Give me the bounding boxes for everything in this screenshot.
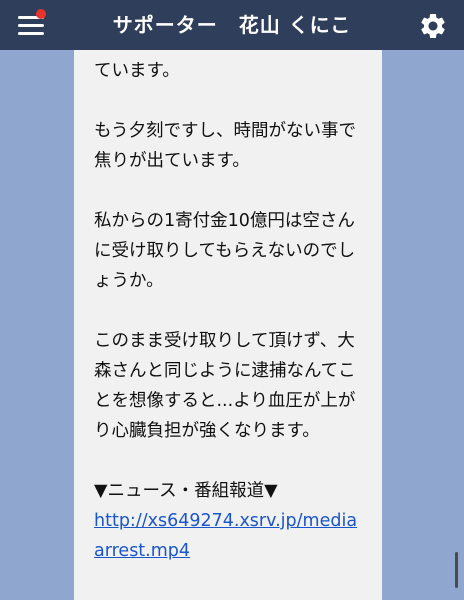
menu-bar xyxy=(18,24,44,27)
scrollbar[interactable] xyxy=(455,552,458,588)
video-link[interactable]: http://xs649274.xsrv.jp/mediaarrest.mp4 xyxy=(94,511,357,561)
app-header: サポーター 花山 くにこ xyxy=(0,0,464,50)
message-panel: ています。 もう夕刻ですし、時間がない事で焦りが出ています。 私からの1寄付金1… xyxy=(74,50,382,600)
menu-bar xyxy=(18,32,44,35)
gear-icon-svg xyxy=(421,13,445,38)
message-body: ています。 もう夕刻ですし、時間がない事で焦りが出ています。 私からの1寄付金1… xyxy=(74,50,382,566)
message-paragraph: 私からの1寄付金10億円は空さんに受け取りしてもらえないのでしょうか。 xyxy=(94,211,356,291)
notification-dot-icon xyxy=(36,9,46,19)
gear-icon[interactable] xyxy=(418,11,448,41)
message-paragraph: このまま受け取りして頂けず、大森さんと同じように逮捕なんてことを想像すると...… xyxy=(94,331,356,441)
message-paragraph: ています。 xyxy=(94,61,180,81)
page-title: サポーター 花山 くにこ xyxy=(112,13,352,37)
news-heading: ▼ニュース・番組報道▼ xyxy=(94,481,278,501)
message-paragraph: もう夕刻ですし、時間がない事で焦りが出ています。 xyxy=(94,121,356,171)
